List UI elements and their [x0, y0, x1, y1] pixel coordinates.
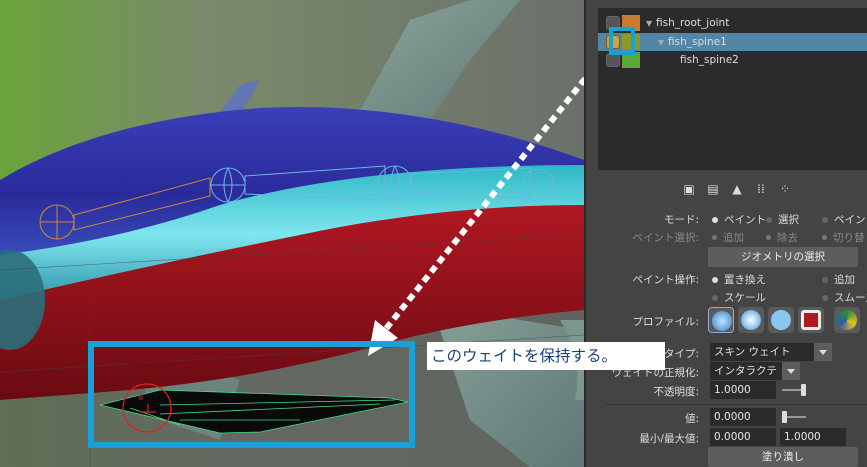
profile-gaussian-button[interactable] — [708, 307, 734, 333]
paint-operation-label: ペイント操作: — [632, 274, 699, 286]
influence-label: fish_spine2 — [680, 54, 739, 66]
weight-tools: ▣ ▤ ▲ ⁞⁞ ⁘ — [682, 182, 792, 200]
chevron-down-icon[interactable] — [814, 343, 832, 361]
influence-list[interactable]: ▼ fish_root_joint ▼ fish_spine1 fish_spi… — [598, 8, 867, 170]
profile-label: プロファイル: — [632, 316, 699, 328]
mode-paint-select-radio[interactable]: ペイント — [822, 212, 867, 227]
paint-select-remove-radio: 除去 — [766, 230, 798, 245]
profile-square-button[interactable] — [798, 307, 824, 333]
weight-region-highlight-box — [88, 341, 415, 448]
prune-weights-icon[interactable]: ⁘ — [778, 182, 792, 196]
influence-row-root[interactable]: ▼ fish_root_joint — [598, 14, 867, 32]
influence-label: fish_root_joint — [656, 17, 730, 29]
paint-select-add-radio: 追加 — [712, 230, 744, 245]
select-geometry-button[interactable]: ジオメトリの選択 — [708, 247, 858, 267]
weight-type-dropdown[interactable]: スキン ウェイト — [710, 343, 814, 361]
min-value-field[interactable]: 0.0000 — [710, 428, 776, 446]
expand-arrow-icon[interactable]: ▼ — [658, 38, 664, 47]
weight-hammer-icon[interactable]: ▲ — [730, 182, 744, 196]
lock-icon[interactable] — [606, 53, 620, 67]
paint-select-label: ペイント選択: — [632, 232, 699, 244]
op-scale-radio[interactable]: スケール — [712, 290, 766, 305]
value-label: 値: — [684, 413, 699, 425]
paint-select-toggle-radio: 切り替 — [822, 230, 865, 245]
normalize-weights-dropdown[interactable]: インタラクティブ — [710, 362, 782, 395]
copy-weights-icon[interactable]: ▣ — [682, 182, 696, 196]
mode-paint-radio[interactable]: ペイント — [712, 212, 766, 227]
lock-highlight-box — [609, 27, 635, 55]
opacity-field[interactable]: 1.0000 — [710, 381, 776, 399]
op-smooth-radio[interactable]: スムーズ — [822, 290, 867, 305]
op-add-radio[interactable]: 追加 — [822, 272, 855, 287]
opacity-label: 不透明度: — [653, 386, 699, 398]
profile-solid-button[interactable] — [768, 307, 794, 333]
opacity-slider-handle[interactable] — [801, 384, 806, 396]
min-max-label: 最小/最大値: — [639, 433, 699, 445]
influence-row-spine1[interactable]: ▼ fish_spine1 — [598, 33, 867, 51]
divider — [606, 404, 867, 405]
op-replace-radio[interactable]: 置き換え — [712, 272, 766, 287]
paint-skin-weights-panel: ▼ fish_root_joint ▼ fish_spine1 fish_spi… — [584, 0, 867, 467]
weight-type-label: タイプ: — [663, 348, 699, 360]
callout-text: このウェイトを保持する。 — [427, 342, 665, 370]
profile-file-button[interactable] — [834, 307, 860, 333]
chevron-down-icon[interactable] — [782, 362, 800, 380]
value-slider-handle[interactable] — [782, 411, 787, 423]
paste-weights-icon[interactable]: ▤ — [706, 182, 720, 196]
expand-arrow-icon[interactable]: ▼ — [646, 19, 652, 28]
profile-soft-button[interactable] — [738, 307, 764, 333]
mode-select-radio[interactable]: 選択 — [766, 212, 799, 227]
mirror-weights-icon[interactable]: ⁞⁞ — [754, 182, 768, 196]
value-field[interactable]: 0.0000 — [710, 408, 776, 426]
flood-button[interactable]: 塗り潰し — [708, 447, 858, 467]
influence-row-spine2[interactable]: fish_spine2 — [598, 51, 867, 69]
max-value-field[interactable]: 1.0000 — [780, 428, 846, 446]
mode-label: モード: — [663, 214, 699, 226]
influence-label: fish_spine1 — [668, 36, 727, 48]
